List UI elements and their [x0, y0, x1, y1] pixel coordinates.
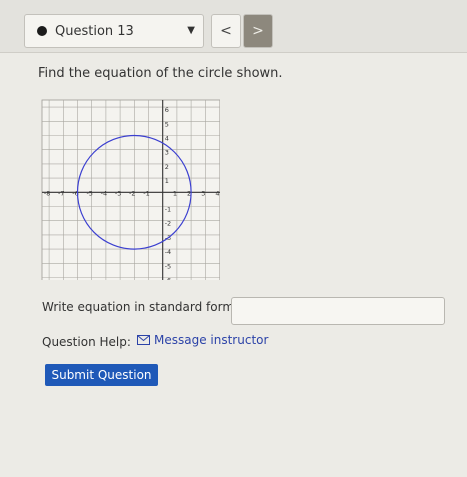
y-tick-label: 6	[165, 106, 169, 114]
question-label: Question 13	[55, 23, 134, 39]
x-tick-label: 4	[215, 189, 219, 197]
x-tick-label: 3	[201, 189, 205, 197]
y-tick-label: -1	[165, 206, 171, 214]
mail-icon	[137, 335, 150, 345]
y-tick-label: -2	[165, 220, 171, 228]
message-instructor-link[interactable]: Message instructor	[137, 333, 268, 347]
submit-question-button[interactable]: Submit Question	[45, 364, 158, 386]
previous-question-button[interactable]: <	[211, 14, 241, 48]
x-tick-label: -2	[129, 189, 135, 197]
circle-graph: -8-7-6-5-4-3-2-11234654321-1-2-3-4-5-6	[41, 99, 220, 281]
y-tick-label: -6	[165, 277, 171, 281]
x-tick-label: 1	[173, 189, 177, 197]
x-tick-label: -4	[101, 189, 107, 197]
x-tick-label: -8	[44, 189, 50, 197]
y-tick-label: 4	[165, 135, 169, 143]
x-tick-label: -1	[143, 189, 149, 197]
caret-down-icon: ▼	[187, 25, 195, 36]
question-prompt: Find the equation of the circle shown.	[38, 66, 283, 81]
chevron-right-icon: >	[252, 23, 264, 39]
chevron-left-icon: <	[220, 23, 232, 39]
x-tick-label: -3	[115, 189, 121, 197]
question-help-label: Question Help:	[42, 335, 131, 349]
question-toolbar: Question 13 ▼ < >	[0, 0, 467, 53]
status-dot-icon	[37, 26, 47, 36]
y-tick-label: 1	[165, 177, 169, 185]
x-tick-label: -5	[86, 189, 92, 197]
question-selector[interactable]: Question 13 ▼	[24, 14, 204, 48]
message-instructor-label: Message instructor	[154, 333, 269, 347]
y-tick-label: 2	[165, 163, 169, 171]
next-question-button[interactable]: >	[243, 14, 273, 48]
answer-input[interactable]	[231, 297, 445, 325]
answer-label: Write equation in standard form:	[42, 300, 239, 314]
y-tick-label: 3	[165, 149, 169, 157]
x-tick-label: -7	[58, 189, 64, 197]
y-tick-label: -4	[165, 248, 171, 256]
y-tick-label: 5	[165, 120, 169, 128]
y-tick-label: -5	[165, 262, 171, 270]
